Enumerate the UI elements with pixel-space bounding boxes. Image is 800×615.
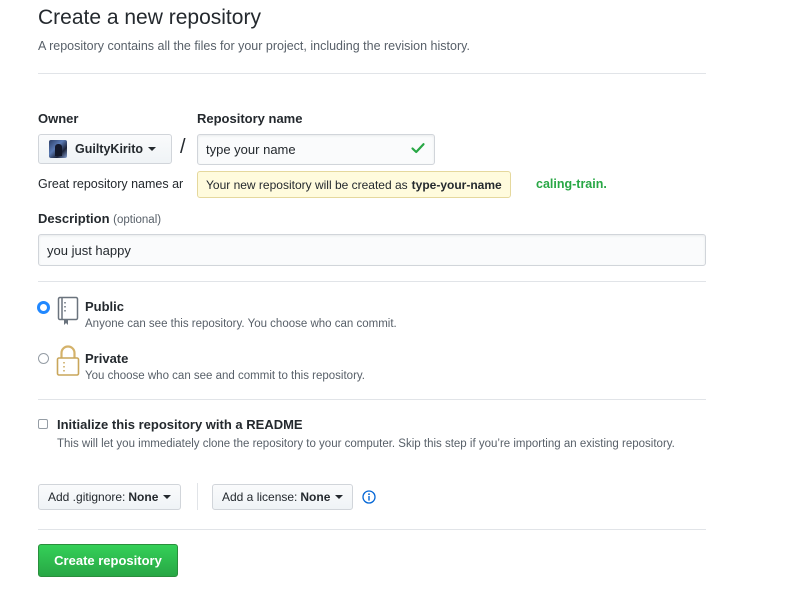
check-icon: [411, 143, 425, 154]
divider: [38, 73, 706, 74]
owner-value: GuiltyKirito: [75, 142, 144, 156]
owner-select[interactable]: GuiltyKirito: [38, 134, 172, 164]
repository-name-input[interactable]: [197, 134, 435, 165]
public-title: Public: [85, 299, 125, 314]
readme-title: Initialize this repository with a README: [57, 417, 303, 432]
description-label: Description (optional): [38, 211, 161, 226]
license-value: None: [300, 490, 331, 504]
readme-checkbox[interactable]: [38, 419, 48, 429]
tooltip-text: Your new repository will be created as: [206, 177, 408, 192]
info-icon[interactable]: [362, 490, 376, 504]
create-repository-button[interactable]: Create repository: [38, 544, 178, 577]
private-radio[interactable]: [38, 353, 49, 364]
gitignore-select[interactable]: Add .gitignore: None: [38, 484, 182, 510]
readme-description: This will let you immediately clone the …: [57, 438, 675, 450]
vertical-divider: [197, 483, 198, 510]
repository-name-suggestion[interactable]: caling-train.: [536, 177, 607, 191]
description-input[interactable]: [38, 234, 706, 266]
chevron-down-icon: [163, 495, 172, 499]
public-radio[interactable]: [37, 301, 50, 314]
license-select[interactable]: Add a license: None: [212, 484, 354, 510]
private-title: Private: [85, 351, 129, 366]
owner-repo-separator: /: [180, 136, 186, 158]
avatar: [49, 140, 67, 158]
description-label-text: Description: [38, 211, 110, 226]
tooltip-repo-name: type-your-name: [411, 177, 502, 192]
page-subtitle: A repository contains all the files for …: [38, 39, 470, 53]
repo-book-icon: [57, 296, 79, 325]
divider: [38, 399, 706, 400]
optional-tag: (optional): [113, 214, 162, 226]
divider: [38, 281, 706, 282]
license-prefix: Add a license:: [222, 490, 298, 504]
chevron-down-icon: [335, 495, 344, 499]
gitignore-prefix: Add .gitignore:: [48, 490, 126, 504]
page-title: Create a new repository: [38, 6, 261, 29]
divider: [38, 529, 706, 530]
owner-label: Owner: [38, 111, 79, 126]
private-description: You choose who can see and commit to thi…: [85, 370, 365, 382]
gitignore-value: None: [128, 490, 159, 504]
create-repository-page: Create a new repository A repository con…: [0, 0, 800, 615]
repository-name-label: Repository name: [197, 111, 303, 126]
chevron-down-icon: [148, 147, 157, 151]
repository-name-tooltip: Your new repository will be created as t…: [197, 171, 511, 198]
public-description: Anyone can see this repository. You choo…: [85, 318, 397, 330]
lock-icon: [56, 345, 80, 376]
repository-name-hint: Great repository names ar: [38, 177, 184, 191]
